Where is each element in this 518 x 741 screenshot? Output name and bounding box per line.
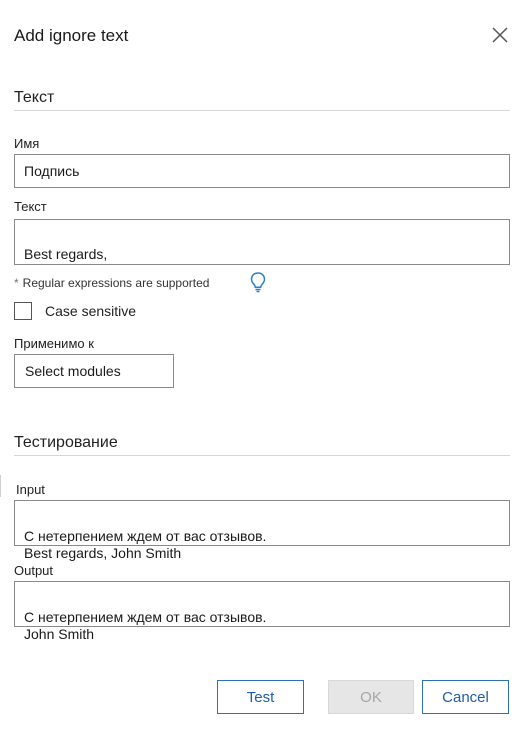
text-field[interactable]: Best regards, (14, 219, 510, 265)
close-button[interactable] (490, 25, 510, 45)
section-divider (14, 110, 510, 111)
hint-asterisk: * (14, 276, 19, 290)
ok-button[interactable]: OK (328, 680, 414, 714)
section-title-text: Текст (14, 89, 55, 106)
output-field-value: С нетерпением ждем от вас отзывов. John … (24, 609, 267, 642)
lightbulb-icon[interactable] (249, 271, 267, 293)
close-icon (492, 27, 508, 43)
case-sensitive-checkbox[interactable] (14, 302, 32, 320)
name-field[interactable]: Подпись (14, 154, 510, 188)
output-label: Output (14, 563, 54, 578)
name-label: Имя (14, 136, 40, 151)
hint-text: Regular expressions are supported (22, 276, 210, 290)
cancel-button[interactable]: Cancel (422, 680, 509, 714)
gutter-mark (0, 475, 1, 497)
input-label: Input (16, 482, 45, 497)
regex-hint: * Regular expressions are supported (14, 276, 209, 290)
applicable-label: Применимо к (14, 336, 94, 351)
modules-select[interactable]: Select modules (14, 354, 174, 388)
section-divider (14, 455, 510, 456)
text-field-value: Best regards, (24, 246, 108, 262)
dialog-title: Add ignore text (14, 26, 129, 45)
input-field[interactable]: С нетерпением ждем от вас отзывов. Best … (14, 500, 510, 561)
input-field-value: С нетерпением ждем от вас отзывов. Best … (24, 528, 267, 561)
output-field: С нетерпением ждем от вас отзывов. John … (14, 581, 510, 642)
test-button[interactable]: Test (217, 680, 304, 714)
text-label: Текст (14, 199, 47, 214)
name-field-value: Подпись (24, 163, 80, 179)
section-title-testing: Тестирование (14, 434, 118, 451)
case-sensitive-label[interactable]: Case sensitive (45, 303, 136, 319)
modules-select-value: Select modules (25, 363, 121, 379)
